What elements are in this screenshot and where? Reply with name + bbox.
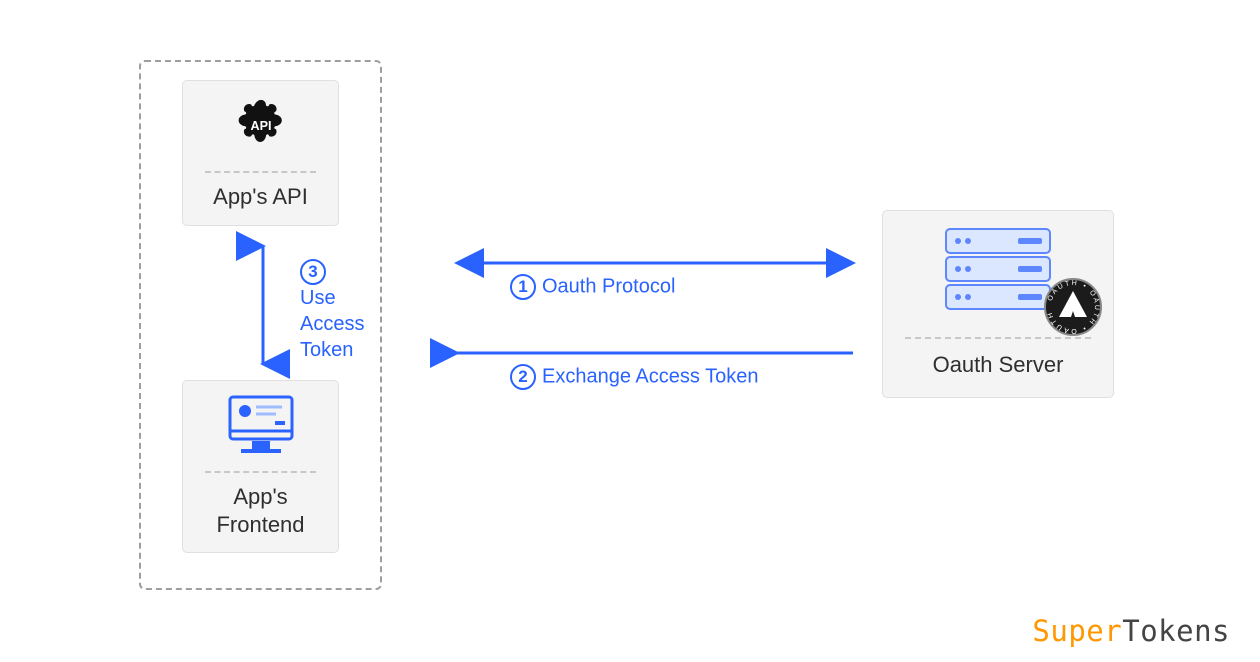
step-2-text: Exchange Access Token [542,365,758,387]
step-3-text-3: Token [300,339,353,361]
frontend-card-label-line1: App's [233,484,287,509]
step-1-number: 1 [510,274,536,300]
step-3-text-1: Use [300,287,336,309]
step-3-number: 3 [300,259,326,285]
step-2-label: 2 Exchange Access Token [510,364,758,390]
logo-part1: Super [1032,614,1122,648]
apps-frontend-card: App's Frontend [182,380,339,553]
api-card-label: App's API [183,183,338,211]
logo-part2: Tokens [1122,614,1230,648]
arrow-exchange-token [453,342,857,364]
step-1-text: Oauth Protocol [542,275,675,297]
svg-text:API: API [250,119,271,133]
apps-api-card: API App's API [182,80,339,226]
arrow-use-token [252,242,274,368]
monitor-icon [183,381,338,469]
api-gear-icon: API [183,81,338,169]
frontend-card-label-line2: Frontend [216,512,304,537]
step-2-number: 2 [510,364,536,390]
step-3-text-2: Access [300,313,364,335]
step-3-label: 3 Use Access Token [300,258,364,363]
oauth-badge-icon: OAUTH • OAUTH • OAUTH [1043,277,1103,337]
oauth-server-card: OAUTH • OAUTH • OAUTH Oauth Server [882,210,1114,398]
step-1-label: 1 Oauth Protocol [510,274,675,300]
supertokens-logo: SuperTokens [1032,614,1230,648]
arrow-oauth-protocol [453,252,857,274]
oauth-server-label: Oauth Server [883,351,1113,379]
server-stack-icon: OAUTH • OAUTH • OAUTH [883,211,1113,331]
